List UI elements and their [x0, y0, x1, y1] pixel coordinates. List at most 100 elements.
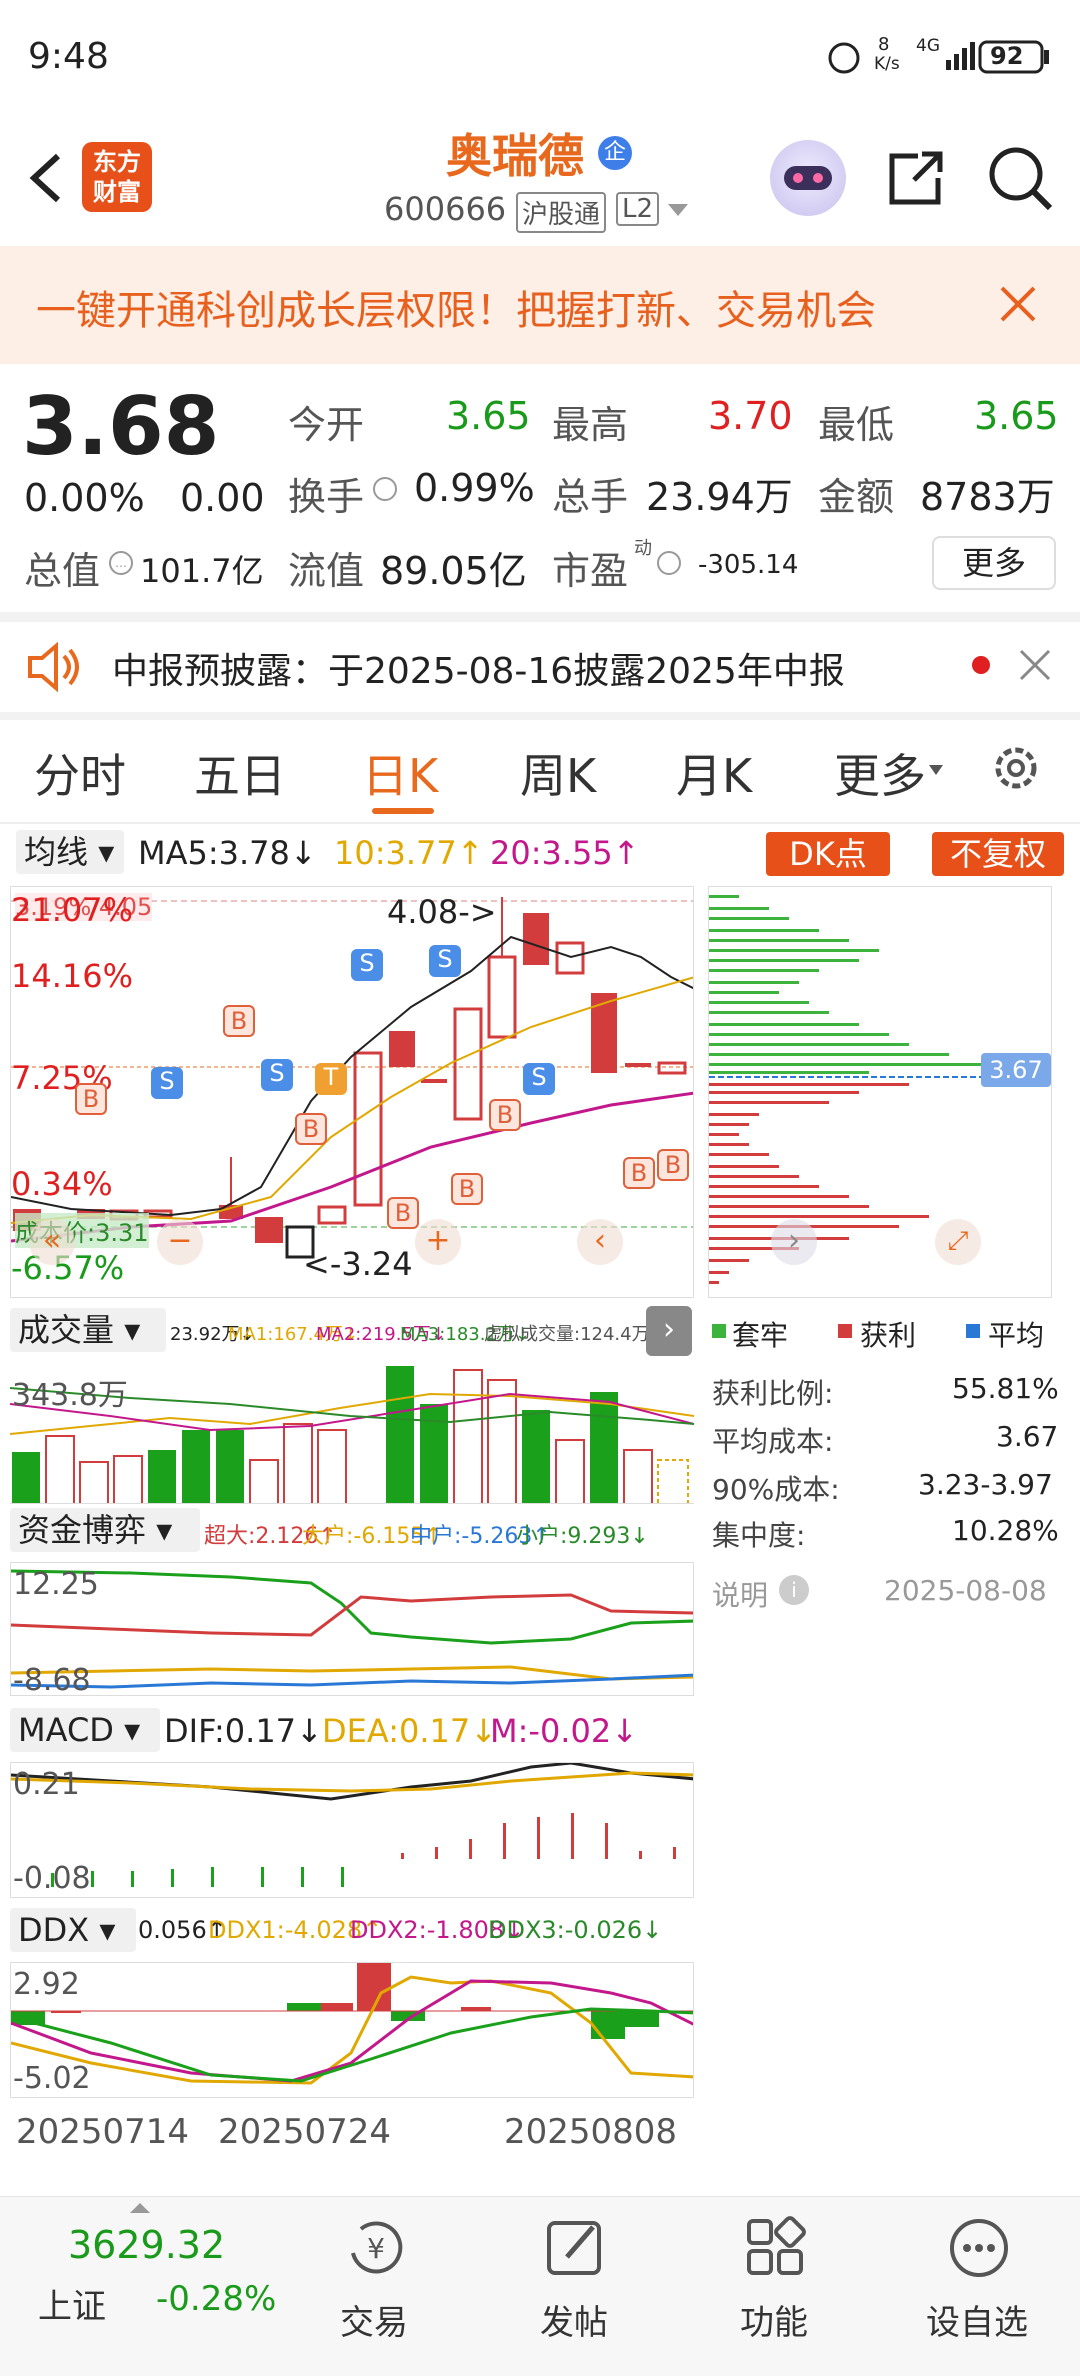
network-icon [828, 40, 1049, 74]
high-marker: 4.08-> [387, 893, 497, 931]
stock-code: 600666 [384, 190, 507, 228]
low-value: 3.65 [974, 394, 1059, 438]
gear-icon[interactable] [988, 740, 1044, 796]
dk-point-button[interactable]: DK点 [766, 832, 890, 876]
scroll-left-button[interactable]: « [29, 1219, 75, 1265]
nav-functions[interactable]: 功能 [716, 2207, 836, 2357]
chip-legend: 套牢 获利 平均 [708, 1310, 1058, 1354]
open-label: 今开 [288, 403, 365, 447]
ddx-chart[interactable]: 2.92 -5.02 [10, 1962, 694, 2098]
pe-superscript: 动 [634, 538, 652, 559]
divider [0, 822, 1080, 824]
net-speed-value: 8 [878, 34, 890, 55]
bottom-nav: 3629.32 上证 -0.28% ¥ 交易 发帖 功能 设自选 [0, 2196, 1080, 2376]
marker-s[interactable]: S [151, 1067, 183, 1099]
legend-profit: 获利 [860, 1319, 917, 1352]
speaker-icon [28, 642, 79, 692]
ddx-lines [11, 1963, 693, 2085]
tab-timeshare[interactable]: 分时 [34, 740, 126, 806]
zoom-out-button[interactable]: − [157, 1219, 203, 1265]
info-icon[interactable]: i [778, 1574, 810, 1606]
change-pct: 0.00% [24, 476, 145, 520]
pe-label: 市盈 [552, 549, 629, 593]
trapped-swatch [712, 1324, 726, 1338]
volume-chart[interactable]: 343.8万 [10, 1364, 694, 1504]
notice-dot [972, 656, 990, 674]
ddx-selector[interactable]: DDX ▾ [10, 1908, 136, 1952]
more-button[interactable]: 更多 [932, 536, 1056, 590]
chip-distribution[interactable]: 3.67 › ⤢ [708, 886, 1052, 1298]
index-value[interactable]: 3629.32 [68, 2223, 225, 2267]
no-adjust-button[interactable]: 不复权 [932, 832, 1064, 876]
marker-b[interactable]: B [295, 1113, 327, 1145]
prev-button[interactable]: ‹ [577, 1219, 623, 1265]
nav-post[interactable]: 发帖 [516, 2207, 636, 2357]
marker-b[interactable]: B [387, 1197, 419, 1229]
zoom-in-button[interactable]: + [415, 1219, 461, 1265]
marker-b[interactable]: B [223, 1005, 255, 1037]
volume-value: 23.94万 [646, 475, 793, 519]
info-icon[interactable] [372, 476, 398, 502]
marker-b[interactable]: B [75, 1083, 107, 1115]
profit-swatch [838, 1324, 852, 1338]
turnover-label: 换手 [288, 475, 365, 519]
battery-level: 92 [990, 42, 1024, 70]
fund-chart[interactable]: 12.25 -8.68 [10, 1562, 694, 1696]
back-button[interactable] [20, 148, 70, 208]
legend-avg: 平均 [988, 1319, 1045, 1352]
info-icon[interactable]: … [108, 550, 134, 576]
tab-daily-k[interactable]: 日K [362, 740, 438, 806]
close-icon[interactable] [1018, 648, 1052, 682]
promo-banner[interactable]: 一键开通科创成长层权限！把握打新、交易机会 [0, 246, 1080, 364]
index-change: -0.28% [156, 2279, 277, 2319]
tab-monthly-k[interactable]: 月K [676, 740, 752, 806]
fund-selector-label: 资金博弈 [18, 1511, 147, 1549]
chip-note[interactable]: 说明 [712, 1574, 768, 1614]
ma-selector[interactable]: 均线 ▾ [16, 830, 124, 874]
share-icon[interactable] [884, 146, 948, 210]
amount-label: 金额 [818, 475, 895, 519]
tab-more[interactable]: 更多 [834, 740, 926, 806]
volume-selector[interactable]: 成交量 ▾ [10, 1308, 166, 1352]
nav-trade[interactable]: ¥ 交易 [316, 2207, 436, 2357]
robot-avatar[interactable] [770, 140, 846, 216]
next-button[interactable]: › [771, 1219, 817, 1265]
svg-text:i: i [791, 1578, 797, 1602]
marker-b[interactable]: B [489, 1099, 521, 1131]
concentration-label: 集中度: [712, 1519, 806, 1552]
ma5-value: MA5:3.78↓ [138, 834, 317, 872]
marker-s[interactable]: S [429, 945, 461, 977]
marker-b[interactable]: B [451, 1173, 483, 1205]
marker-s[interactable]: S [523, 1063, 555, 1095]
info-icon[interactable] [656, 550, 682, 576]
search-icon[interactable] [986, 144, 1056, 214]
expand-up-icon[interactable] [128, 2201, 152, 2215]
tab-five-day[interactable]: 五日 [194, 740, 286, 806]
kline-chart[interactable]: 3.19% 4.05 21.07% 14.16% 7.25% 0.34% -6.… [10, 886, 694, 1298]
tab-weekly-k[interactable]: 周K [520, 740, 596, 806]
concentration-value: 10.28% [952, 1514, 1059, 1547]
marker-s[interactable]: S [351, 949, 383, 981]
nav-watchlist[interactable]: 设自选 [914, 2207, 1054, 2357]
macd-chart[interactable]: 0.21 -0.08 [10, 1762, 694, 1898]
tab-indicator [372, 808, 434, 814]
notice-text[interactable]: 中报预披露：于2025-08-16披露2025年中报 [112, 642, 845, 694]
dropdown-icon[interactable] [666, 202, 690, 218]
ddx-axis-top: 2.92 [13, 1967, 80, 2002]
marker-b[interactable]: B [623, 1157, 655, 1189]
expand-panel-button[interactable]: › [646, 1306, 692, 1356]
marker-t[interactable]: T [315, 1063, 347, 1095]
divider [0, 712, 1080, 720]
stock-name[interactable]: 奥瑞德 [446, 120, 584, 186]
marker-s[interactable]: S [261, 1059, 293, 1091]
float-value: 89.05亿 [380, 549, 527, 593]
brand-logo[interactable]: 东方 财富 [82, 142, 152, 212]
expand-button[interactable]: ⤢ [935, 1219, 981, 1265]
mcap-value: 101.7亿 [140, 552, 264, 590]
fund-selector[interactable]: 资金博弈 ▾ [10, 1508, 200, 1552]
macd-selector[interactable]: MACD ▾ [10, 1708, 160, 1752]
volume-selector-label: 成交量 [18, 1311, 115, 1349]
marker-b[interactable]: B [657, 1149, 689, 1181]
candles [13, 897, 687, 1259]
close-icon[interactable] [998, 284, 1038, 324]
